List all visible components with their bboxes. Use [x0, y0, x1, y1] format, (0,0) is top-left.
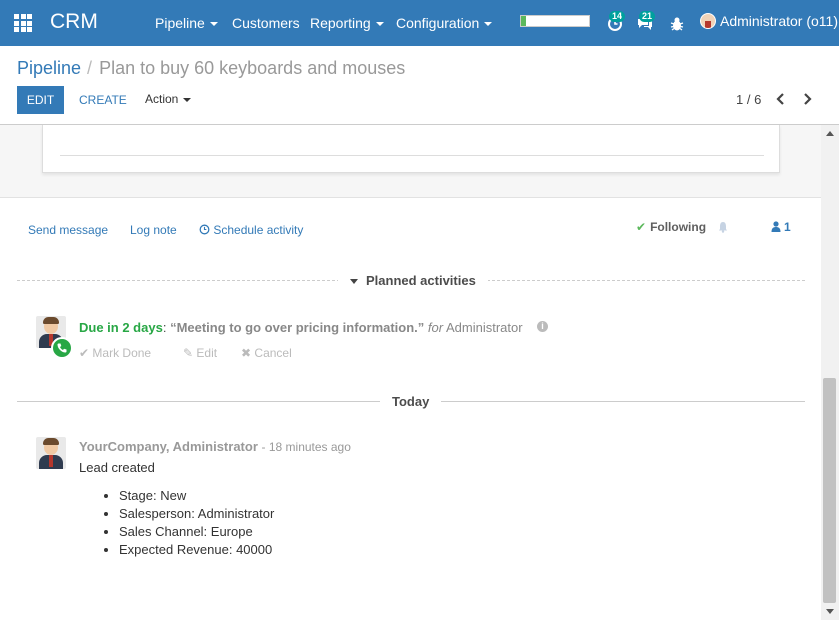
- top-navbar: CRM Pipeline Customers Reporting Configu…: [0, 0, 839, 46]
- avatar: [36, 437, 66, 469]
- activity-summary-line: Due in 2 days: “Meeting to go over prici…: [79, 320, 523, 335]
- pager-next-button[interactable]: [800, 90, 814, 108]
- progress-fill: [521, 16, 527, 26]
- chevron-down-icon: [209, 22, 218, 27]
- close-icon: ✖: [241, 346, 252, 360]
- user-menu[interactable]: Administrator (o11): [700, 13, 838, 29]
- phone-icon: [51, 337, 73, 359]
- menu-reporting[interactable]: Reporting: [310, 15, 384, 31]
- pencil-icon: ✎: [183, 346, 194, 360]
- bug-icon[interactable]: [669, 16, 685, 32]
- onboarding-progress-bar[interactable]: [520, 15, 590, 27]
- activity-summary: “Meeting to go over pricing information.…: [170, 320, 425, 335]
- breadcrumb-separator: /: [87, 58, 93, 78]
- mark-done-button[interactable]: ✔ Mark Done: [79, 346, 151, 360]
- check-icon: ✔: [636, 220, 647, 234]
- send-message-button[interactable]: Send message: [28, 223, 108, 237]
- control-panel: Pipeline / Plan to buy 60 keyboards and mo…: [0, 46, 839, 125]
- message-body: Lead created: [79, 460, 155, 475]
- user-name: Administrator (o11): [720, 13, 839, 29]
- planned-activities-toggle[interactable]: Planned activities: [338, 273, 488, 288]
- today-label: Today: [380, 394, 442, 409]
- clock-icon: [199, 224, 210, 235]
- info-icon[interactable]: i: [537, 321, 548, 332]
- chevron-down-icon: [375, 22, 384, 27]
- edit-activity-button[interactable]: ✎ Edit: [183, 346, 217, 360]
- apps-icon[interactable]: [14, 14, 32, 32]
- breadcrumb: Pipeline / Plan to buy 60 keyboards and mo…: [17, 58, 405, 79]
- message-date: - 18 minutes ago: [261, 440, 351, 454]
- chevron-down-icon: [183, 97, 192, 102]
- activity-assignee: Administrator: [446, 320, 523, 335]
- form-content: Send message Log note Schedule activity …: [0, 125, 821, 620]
- cancel-activity-button[interactable]: ✖ Cancel: [241, 346, 292, 360]
- menu-customers[interactable]: Customers: [232, 15, 300, 31]
- message-author[interactable]: YourCompany, Administrator: [79, 439, 258, 454]
- tracking-values-list: Stage: New Salesperson: Administrator Sa…: [119, 487, 274, 559]
- pager-value[interactable]: 1 / 6: [736, 92, 761, 107]
- form-sheet-background: [0, 125, 821, 198]
- divider: [60, 155, 764, 156]
- caret-down-icon: [350, 279, 358, 285]
- followers-button[interactable]: 1: [771, 220, 791, 234]
- scroll-up-arrow[interactable]: [826, 131, 834, 136]
- scroll-down-arrow[interactable]: [826, 609, 834, 614]
- message-header: YourCompany, Administrator - 18 minutes …: [79, 439, 351, 454]
- log-note-button[interactable]: Log note: [130, 223, 177, 237]
- vertical-scrollbar[interactable]: [821, 125, 839, 620]
- form-sheet: [42, 125, 780, 173]
- menu-configuration[interactable]: Configuration: [396, 15, 493, 31]
- bell-icon[interactable]: [717, 221, 729, 233]
- app-brand: CRM: [50, 10, 98, 33]
- activity-due: Due in 2 days: [79, 320, 163, 335]
- list-item: Expected Revenue: 40000: [119, 541, 274, 559]
- breadcrumb-pipeline-link[interactable]: Pipeline: [17, 58, 81, 78]
- menu-pipeline[interactable]: Pipeline: [155, 15, 218, 31]
- user-icon: [771, 221, 781, 232]
- list-item: Stage: New: [119, 487, 274, 505]
- avatar: [700, 13, 716, 29]
- page-title: Plan to buy 60 keyboards and mouses: [99, 58, 406, 78]
- chevron-down-icon: [484, 22, 493, 27]
- chatter-topbar: Send message Log note Schedule activity …: [0, 215, 821, 245]
- activity-count-badge: 14: [609, 11, 626, 22]
- following-button[interactable]: ✔ Following: [636, 220, 706, 234]
- scrollbar-thumb[interactable]: [823, 378, 836, 603]
- action-dropdown[interactable]: Action: [145, 92, 192, 106]
- list-item: Salesperson: Administrator: [119, 505, 274, 523]
- pager-previous-button[interactable]: [774, 90, 788, 108]
- create-button[interactable]: CREATE: [79, 93, 127, 107]
- message-count-badge: 21: [639, 11, 656, 22]
- list-item: Sales Channel: Europe: [119, 523, 274, 541]
- schedule-activity-button[interactable]: Schedule activity: [199, 223, 303, 237]
- edit-button[interactable]: EDIT: [17, 86, 64, 114]
- check-icon: ✔: [79, 346, 90, 360]
